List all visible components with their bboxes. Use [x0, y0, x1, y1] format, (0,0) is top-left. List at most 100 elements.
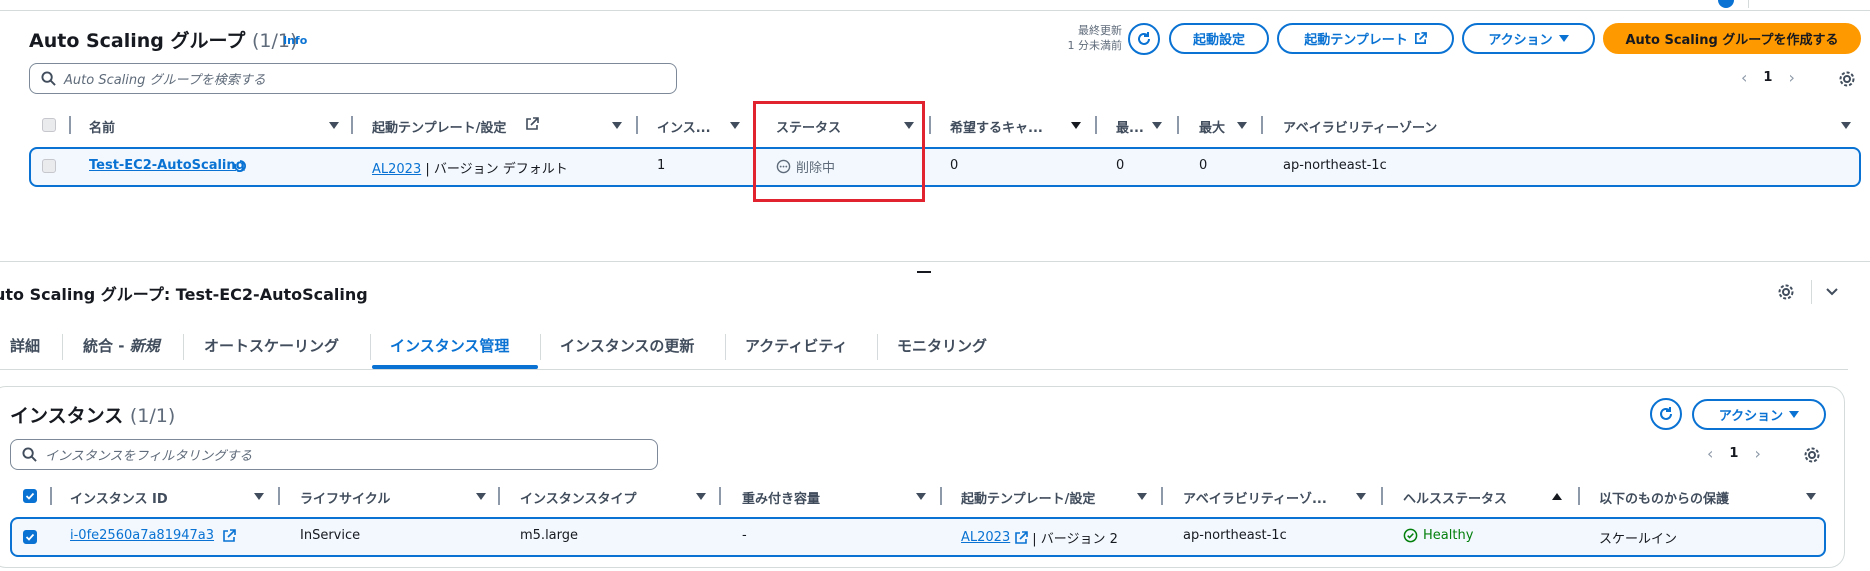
select-all-checkbox[interactable] — [23, 489, 37, 503]
row-checkbox[interactable] — [42, 159, 56, 173]
next-page-icon[interactable]: › — [1754, 444, 1760, 463]
template-link[interactable]: AL2023 — [961, 530, 1010, 545]
min-capacity: 0 — [1116, 158, 1125, 173]
external-link-icon[interactable] — [1014, 530, 1029, 545]
sort-caret-icon[interactable] — [612, 122, 622, 129]
last-updated-label: 最終更新 — [1078, 24, 1122, 37]
col-health-status[interactable]: ヘルスステータス — [1403, 488, 1553, 507]
col-launch-template[interactable]: 起動テンプレート/設定 — [372, 117, 542, 136]
sort-caret-icon[interactable] — [1356, 493, 1366, 500]
tab-monitoring[interactable]: モニタリング — [897, 335, 987, 356]
launch-config-label: 起動設定 — [1192, 33, 1245, 48]
table-row[interactable] — [29, 147, 1861, 187]
col-weighted-capacity[interactable]: 重み付き容量 — [742, 488, 902, 507]
sort-caret-icon[interactable] — [1071, 122, 1081, 129]
sort-caret-icon[interactable] — [1152, 122, 1162, 129]
column-separator — [278, 487, 280, 505]
column-separator — [351, 116, 353, 134]
page-title: Auto Scaling グループ (1/1) — [29, 26, 297, 53]
instances-count-badge: (1/1) — [129, 405, 176, 427]
column-separator — [940, 487, 942, 505]
instances-actions-button[interactable]: アクション — [1692, 399, 1826, 430]
col-protection[interactable]: 以下のものからの保護 — [1599, 488, 1789, 507]
sort-caret-icon[interactable] — [916, 493, 926, 500]
sort-caret-icon[interactable] — [329, 122, 339, 129]
column-separator — [636, 116, 638, 134]
tab-details[interactable]: 詳細 — [10, 335, 40, 356]
info-link[interactable]: Info — [283, 34, 307, 47]
sort-caret-icon[interactable] — [1137, 493, 1147, 500]
col-desired-capacity[interactable]: 希望するキャ... — [950, 117, 1070, 136]
last-updated-value: 1 分未満前 — [1067, 39, 1123, 52]
desired-capacity: 0 — [950, 158, 959, 173]
sort-caret-icon[interactable] — [254, 493, 264, 500]
col-availability-zone[interactable]: アベイラビリティーゾーン — [1283, 117, 1483, 136]
protection-value: スケールイン — [1599, 532, 1678, 547]
asg-page-number[interactable]: 1 — [1763, 70, 1772, 85]
tab-activity[interactable]: アクティビティ — [745, 335, 847, 356]
prev-page-icon[interactable]: ‹ — [1707, 444, 1713, 463]
resize-handle-icon[interactable] — [917, 271, 931, 273]
tab-instance-management[interactable]: インスタンス管理 — [390, 335, 509, 356]
launch-config-button[interactable]: 起動設定 — [1169, 23, 1269, 54]
tab-integrations[interactable]: 統合 - 新規 — [83, 335, 160, 356]
lifecycle-value: InService — [300, 528, 361, 543]
gear-icon[interactable] — [1838, 70, 1856, 88]
asg-search-input[interactable]: Auto Scaling グループを検索する — [29, 63, 677, 94]
sort-caret-icon[interactable] — [1841, 122, 1851, 129]
col-availability-zone[interactable]: アベイラビリティーゾ... — [1183, 488, 1343, 507]
sort-caret-icon[interactable] — [730, 122, 740, 129]
launch-template-button[interactable]: 起動テンプレート — [1277, 23, 1454, 54]
detail-title: uto Scaling グループ: Test-EC2-AutoScaling — [0, 285, 368, 304]
external-link-icon[interactable] — [222, 528, 236, 543]
col-instance-type[interactable]: インスタンスタイプ — [520, 488, 680, 507]
col-name[interactable]: 名前 — [89, 117, 209, 136]
sort-ascending-icon[interactable] — [1552, 493, 1562, 500]
column-separator — [1095, 116, 1097, 134]
col-instances[interactable]: インス... — [657, 117, 737, 136]
col-min[interactable]: 最... — [1116, 117, 1156, 136]
next-page-icon[interactable]: › — [1788, 68, 1794, 87]
asg-search-placeholder: Auto Scaling グループを検索する — [64, 73, 266, 88]
instances-count: 1 — [657, 158, 666, 173]
col-lifecycle[interactable]: ライフサイクル — [300, 488, 460, 507]
launch-template-label: 起動テンプレート — [1304, 33, 1408, 48]
instances-page-number[interactable]: 1 — [1729, 446, 1738, 461]
asg-template-cell: AL2023 | バージョン デフォルト — [372, 158, 568, 177]
tab-instance-refresh[interactable]: インスタンスの更新 — [560, 335, 694, 356]
last-updated: 最終更新 1 分未満前 — [1052, 23, 1123, 53]
split-divider[interactable] — [0, 261, 1870, 262]
prev-page-icon[interactable]: ‹ — [1741, 68, 1747, 87]
sort-caret-icon[interactable] — [696, 493, 706, 500]
create-asg-button[interactable]: Auto Scaling グループを作成する — [1603, 23, 1861, 54]
gear-icon[interactable] — [1777, 283, 1795, 301]
refresh-icon — [1660, 407, 1672, 420]
instance-id-link[interactable]: i-0fe2560a7a81947a3 — [70, 528, 214, 543]
tab-separator — [725, 334, 726, 360]
col-max[interactable]: 最大 — [1199, 117, 1239, 136]
instances-pagination: ‹ 1 › — [1707, 444, 1761, 463]
sort-caret-icon[interactable] — [476, 493, 486, 500]
column-separator — [1381, 487, 1383, 505]
sort-caret-icon[interactable] — [1237, 122, 1247, 129]
instances-refresh-button[interactable] — [1650, 398, 1682, 430]
instance-az-value: ap-northeast-1c — [1183, 528, 1287, 543]
avatar[interactable] — [1718, 0, 1734, 8]
instances-filter-input[interactable]: インスタンスをフィルタリングする — [10, 439, 658, 470]
col-instance-id[interactable]: インスタンス ID — [70, 488, 230, 507]
sort-caret-icon[interactable] — [1806, 493, 1816, 500]
spinner-icon — [234, 160, 246, 172]
template-link[interactable]: AL2023 — [372, 162, 421, 177]
column-separator — [50, 487, 52, 505]
table-row[interactable] — [10, 517, 1826, 557]
tab-auto-scaling[interactable]: オートスケーリング — [204, 335, 339, 356]
gear-icon[interactable] — [1803, 446, 1821, 464]
asg-name-link[interactable]: Test-EC2-AutoScaling — [89, 158, 245, 173]
actions-button[interactable]: アクション — [1462, 23, 1595, 54]
col-launch-template[interactable]: 起動テンプレート/設定 — [961, 488, 1141, 507]
chevron-down-icon[interactable] — [1825, 285, 1839, 299]
select-all-checkbox[interactable] — [42, 118, 56, 132]
row-checkbox[interactable] — [23, 530, 37, 544]
chevron-down-icon — [1789, 411, 1800, 418]
refresh-button[interactable] — [1128, 23, 1160, 55]
